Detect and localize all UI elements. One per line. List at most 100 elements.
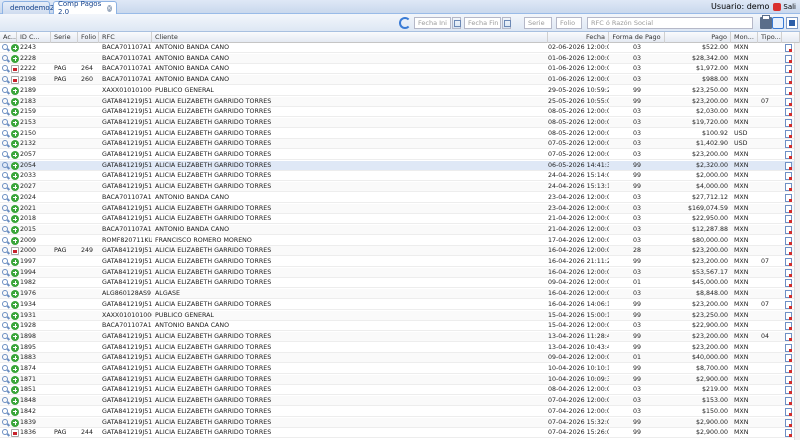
close-icon[interactable]: ×	[106, 4, 112, 12]
calendar-icon[interactable]	[452, 17, 461, 29]
document-icon[interactable]	[785, 332, 792, 341]
document-icon[interactable]	[785, 386, 792, 395]
view-icon[interactable]	[2, 65, 8, 72]
table-row[interactable]: 2150 GATA841219J51 ALICIA ELIZABETH GARRID…	[0, 129, 800, 139]
document-icon[interactable]	[785, 268, 792, 277]
document-icon[interactable]	[785, 354, 792, 363]
table-row[interactable]: 2021 GATA841219J51 ALICIA ELIZABETH GARRID…	[0, 203, 800, 214]
table-row[interactable]: 2000 PAG 249 GATA841219J51 ALICIA ELIZABETH …	[0, 246, 800, 257]
table-row[interactable]: 2009 ROMF820711KU3 FRANCISCO ROMERO MORENO…	[0, 236, 800, 246]
view-icon[interactable]	[2, 86, 8, 93]
view-icon[interactable]	[2, 215, 8, 222]
document-icon[interactable]	[785, 129, 792, 138]
document-icon[interactable]	[785, 44, 792, 52]
table-row[interactable]: 2054 GATA841219J51 ALICIA ELIZABETH GARRID…	[0, 160, 800, 171]
col-serie[interactable]: Serie	[51, 32, 78, 43]
table-row[interactable]: 2027 GATA841219J51 ALICIA ELIZABETH GARRID…	[0, 182, 800, 193]
col-pago[interactable]: Pago	[665, 32, 731, 43]
exit-button[interactable]: Sali	[773, 2, 796, 11]
col-cliente[interactable]: Cliente	[152, 32, 548, 43]
col-tipo[interactable]: Tipo...	[758, 32, 782, 43]
document-icon[interactable]	[785, 343, 792, 352]
col-id[interactable]: ID C...	[17, 32, 51, 43]
refresh-icon[interactable]	[399, 17, 411, 29]
export-icon[interactable]	[786, 17, 798, 29]
view-icon[interactable]	[2, 258, 8, 264]
table-row[interactable]: 2222 PAG 264 BACA701107A17 ANTONIO BANDA CAN…	[0, 64, 800, 75]
document-icon[interactable]	[785, 418, 792, 427]
table-row[interactable]: 2243 BACA701107A17 ANTONIO BANDA CANO 02-06…	[0, 43, 800, 53]
view-icon[interactable]	[2, 236, 8, 243]
view-icon[interactable]	[2, 193, 8, 200]
print-icon[interactable]	[760, 15, 772, 29]
table-row[interactable]: 1883 GATA841219J51 ALICIA ELIZABETH GARRID…	[0, 353, 800, 364]
table-row[interactable]: 1982 GATA841219J51 ALICIA ELIZABETH GARRID…	[0, 278, 800, 289]
view-icon[interactable]	[2, 183, 8, 190]
document-icon[interactable]	[785, 258, 792, 266]
document-icon[interactable]	[785, 279, 792, 288]
table-row[interactable]: 1934 GATA841219J51 ALICIA ELIZABETH GARRID…	[0, 300, 800, 310]
document-icon[interactable]	[785, 76, 792, 85]
view-icon[interactable]	[2, 407, 8, 414]
table-row[interactable]: 2057 GATA841219J51 ALICIA ELIZABETH GARRID…	[0, 150, 800, 160]
view-icon[interactable]	[2, 161, 8, 168]
table-row[interactable]: 1836 PAG 244 GATA841219J51 ALICIA ELIZABETH …	[0, 428, 800, 439]
table-row[interactable]: 2015 BACA701107A17 ANTONIO BANDA CANO 21-04…	[0, 224, 800, 235]
document-icon[interactable]	[785, 290, 792, 299]
fecha-ini-input[interactable]: Fecha Ini	[414, 17, 451, 29]
document-icon[interactable]	[785, 118, 792, 127]
table-row[interactable]: 2033 GATA841219J51 ALICIA ELIZABETH GARRID…	[0, 171, 800, 182]
swap-icon[interactable]	[772, 17, 784, 29]
table-row[interactable]: 2228 BACA701107A17 ANTONIO BANDA CANO 01-06…	[0, 53, 800, 64]
view-icon[interactable]	[2, 225, 8, 232]
document-icon[interactable]	[785, 236, 792, 245]
document-icon[interactable]	[785, 172, 792, 181]
tab-comp-pagos[interactable]: Comp Pagos 2.0 ×	[53, 0, 117, 16]
view-icon[interactable]	[2, 247, 8, 254]
document-icon[interactable]	[785, 225, 792, 234]
table-row[interactable]: 1842 GATA841219J51 ALICIA ELIZABETH GARRID…	[0, 407, 800, 417]
document-icon[interactable]	[785, 365, 792, 373]
table-row[interactable]: 1994 GATA841219J51 ALICIA ELIZABETH GARRID…	[0, 267, 800, 278]
document-icon[interactable]	[785, 65, 792, 74]
view-icon[interactable]	[2, 386, 8, 393]
calendar-icon[interactable]	[502, 17, 511, 29]
table-row[interactable]: 1851 GATA841219J51 ALICIA ELIZABETH GARRID…	[0, 385, 800, 396]
view-icon[interactable]	[2, 97, 8, 104]
col-moneda[interactable]: Mon...	[731, 32, 758, 43]
table-row[interactable]: 1997 GATA841219J51 ALICIA ELIZABETH GARRID…	[0, 257, 800, 267]
view-icon[interactable]	[2, 300, 8, 307]
document-icon[interactable]	[785, 407, 792, 416]
col-forma-pago[interactable]: Forma de Pago	[609, 32, 665, 43]
table-row[interactable]: 1931 XAXX010101000 PUBLICO GENERAL 15-04-20…	[0, 310, 800, 321]
col-rfc[interactable]: RFC	[99, 32, 152, 43]
view-icon[interactable]	[2, 44, 8, 50]
document-icon[interactable]	[785, 215, 792, 224]
view-icon[interactable]	[2, 76, 8, 83]
view-icon[interactable]	[2, 268, 8, 275]
table-row[interactable]: 1898 GATA841219J51 ALICIA ELIZABETH GARRID…	[0, 331, 800, 342]
view-icon[interactable]	[2, 365, 8, 371]
document-icon[interactable]	[785, 108, 792, 117]
document-icon[interactable]	[785, 193, 792, 202]
view-icon[interactable]	[2, 397, 8, 404]
view-icon[interactable]	[2, 375, 8, 382]
view-icon[interactable]	[2, 311, 8, 318]
view-icon[interactable]	[2, 322, 8, 329]
serie-input[interactable]: Serie	[524, 17, 552, 29]
table-row[interactable]: 1871 GATA841219J51 ALICIA ELIZABETH GARRID…	[0, 374, 800, 385]
table-row[interactable]: 2198 PAG 260 BACA701107A17 ANTONIO BANDA CAN…	[0, 75, 800, 86]
table-row[interactable]: 1848 GATA841219J51 ALICIA ELIZABETH GARRID…	[0, 396, 800, 407]
view-icon[interactable]	[2, 343, 8, 350]
col-folio[interactable]: Folio	[78, 32, 99, 43]
view-icon[interactable]	[2, 54, 8, 61]
table-row[interactable]: 2132 GATA841219J51 ALICIA ELIZABETH GARRID…	[0, 139, 800, 150]
document-icon[interactable]	[785, 300, 792, 309]
document-icon[interactable]	[785, 204, 792, 213]
tab-demodemo2[interactable]: demodemo2	[2, 1, 54, 14]
table-row[interactable]: 1874 GATA841219J51 ALICIA ELIZABETH GARRID…	[0, 364, 800, 374]
table-row[interactable]: 2153 GATA841219J51 ALICIA ELIZABETH GARRID…	[0, 117, 800, 128]
document-icon[interactable]	[785, 140, 792, 149]
table-row[interactable]: 1976 ALG860128AS9 ALGASE 16-04-2026 12:00:0…	[0, 289, 800, 300]
fecha-fin-input[interactable]: Fecha Fin	[464, 17, 501, 29]
